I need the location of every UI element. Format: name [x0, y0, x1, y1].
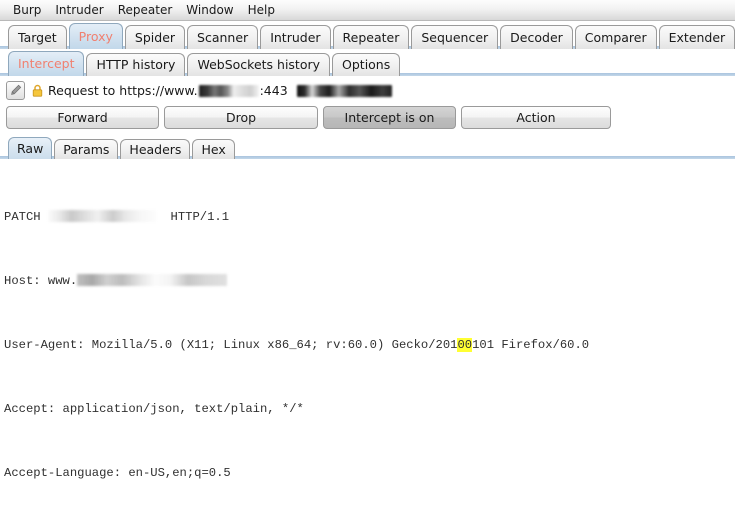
tab-comparer[interactable]: Comparer: [574, 25, 657, 49]
padlock-icon: [32, 84, 43, 97]
request-target-text: Request to https://www. :443: [48, 83, 392, 98]
subtab-options[interactable]: Options: [332, 53, 401, 76]
forward-button[interactable]: Forward: [6, 106, 159, 129]
pencil-icon[interactable]: [6, 80, 25, 100]
intercept-action-buttons: Forward Drop Intercept is on Action: [0, 102, 735, 133]
header-host-label: Host: www.: [4, 274, 78, 288]
tab-target[interactable]: Target: [8, 25, 67, 49]
header-accept: Accept: application/json, text/plain, */…: [4, 402, 304, 416]
message-editor-tab-strip: Raw Params Headers Hex: [0, 135, 735, 159]
raw-request-editor[interactable]: PATCH HTTP/1.1 Host: www. User-Agent: Mo…: [0, 159, 735, 489]
header-accept-language: Accept-Language: en-US,en;q=0.5: [4, 466, 231, 480]
http-method: PATCH: [4, 210, 41, 224]
tab-intruder[interactable]: Intruder: [260, 25, 331, 49]
tab-spider[interactable]: Spider: [124, 25, 186, 49]
redacted-host-segment: [198, 85, 259, 97]
menu-item-window[interactable]: Window: [179, 1, 240, 20]
editor-tab-hex[interactable]: Hex: [192, 139, 235, 159]
redacted-ip-segment: [296, 85, 392, 97]
redacted-host-value: [77, 274, 228, 286]
tab-decoder[interactable]: Decoder: [500, 25, 573, 49]
request-target-port: :443: [259, 82, 288, 98]
header-host: Host: www.: [4, 273, 735, 289]
subtab-websockets-history[interactable]: WebSockets history: [187, 53, 331, 76]
intercept-toggle-button[interactable]: Intercept is on: [323, 106, 456, 129]
menu-bar: Burp Intruder Repeater Window Help: [0, 0, 735, 21]
tab-scanner[interactable]: Scanner: [187, 25, 259, 49]
tab-extender[interactable]: Extender: [658, 25, 735, 49]
header-user-agent-suffix: 101 Firefox/60.0: [472, 338, 590, 352]
user-agent-highlight: 00: [457, 338, 473, 352]
menu-item-repeater[interactable]: Repeater: [111, 1, 180, 20]
header-user-agent-prefix: User-Agent: Mozilla/5.0 (X11; Linux x86_…: [4, 338, 458, 352]
editor-tab-raw[interactable]: Raw: [8, 137, 53, 159]
subtab-http-history[interactable]: HTTP history: [86, 53, 186, 76]
editor-tab-params[interactable]: Params: [54, 139, 119, 159]
editor-tab-headers[interactable]: Headers: [120, 139, 191, 159]
redacted-request-path: [47, 210, 156, 222]
menu-item-help[interactable]: Help: [241, 1, 282, 20]
subtab-intercept[interactable]: Intercept: [8, 51, 85, 76]
menu-item-burp[interactable]: Burp: [6, 1, 48, 20]
tab-proxy[interactable]: Proxy: [68, 23, 123, 49]
menu-item-intruder[interactable]: Intruder: [48, 1, 110, 20]
header-user-agent: User-Agent: Mozilla/5.0 (X11; Linux x86_…: [4, 337, 735, 353]
main-tab-strip: Target Proxy Spider Scanner Intruder Rep…: [0, 21, 735, 49]
tab-repeater[interactable]: Repeater: [332, 25, 410, 49]
action-button[interactable]: Action: [461, 106, 611, 129]
proxy-sub-tab-strip: Intercept HTTP history WebSockets histor…: [0, 49, 735, 76]
request-target-bar: Request to https://www. :443: [0, 76, 735, 102]
drop-button[interactable]: Drop: [164, 106, 318, 129]
http-version: HTTP/1.1: [170, 210, 230, 224]
request-line: PATCH HTTP/1.1: [4, 209, 735, 225]
tab-sequencer[interactable]: Sequencer: [411, 25, 499, 49]
request-target-prefix: Request to https://www.: [48, 82, 198, 98]
